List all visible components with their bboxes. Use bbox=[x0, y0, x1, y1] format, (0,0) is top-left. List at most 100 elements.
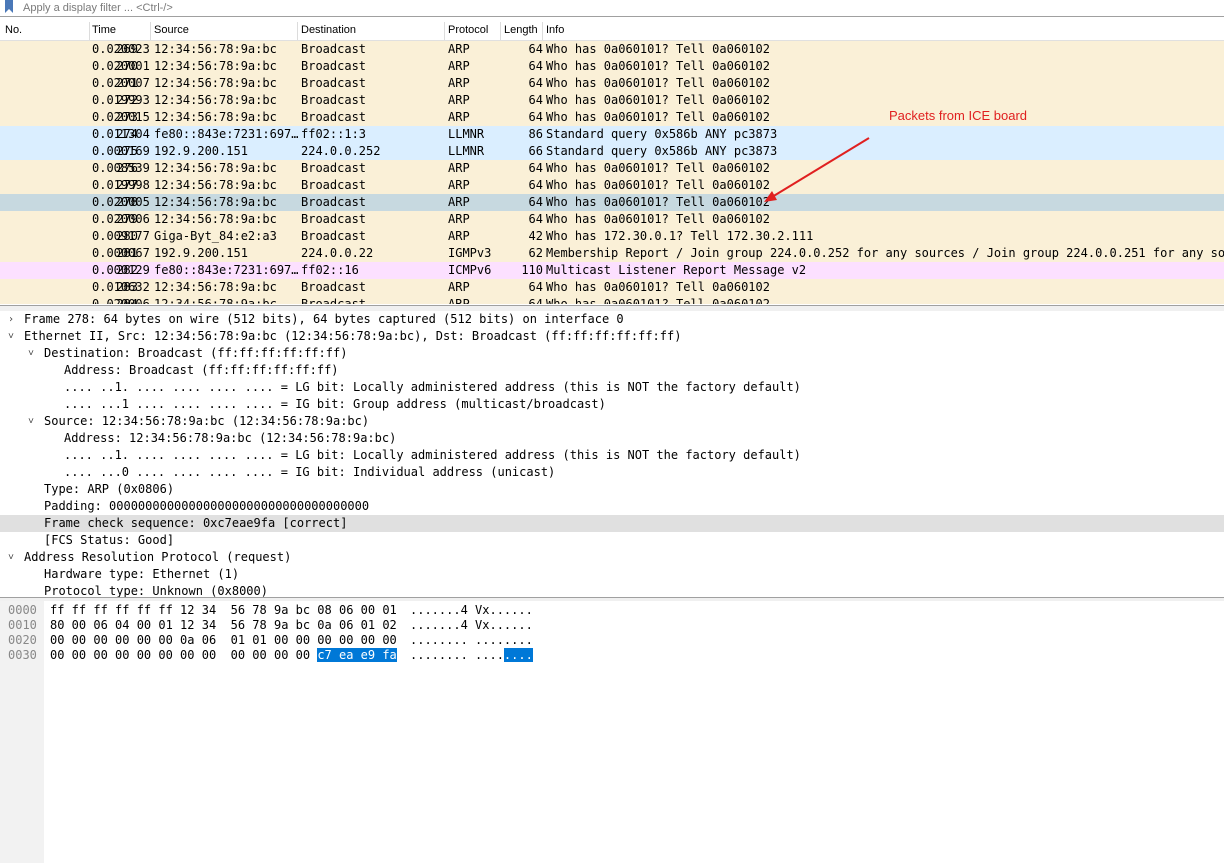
packet-destination: 224.0.0.22 bbox=[301, 246, 374, 260]
column-header-source[interactable]: Source bbox=[154, 24, 189, 36]
packet-source: fe80::843e:7231:697… bbox=[154, 263, 299, 277]
packet-protocol: ARP bbox=[448, 110, 470, 124]
packet-row[interactable]: 273 0.020015 12:34:56:78:9a:bc Broadcast ARP… bbox=[0, 109, 1224, 126]
detail-tree-item[interactable]: Padding: 0000000000000000000000000000000… bbox=[0, 498, 1224, 515]
packet-protocol: ARP bbox=[448, 76, 470, 90]
packet-time: 0.000129 bbox=[92, 263, 150, 277]
packet-source: 12:34:56:78:9a:bc bbox=[154, 195, 277, 209]
detail-tree-item[interactable]: Address: Broadcast (ff:ff:ff:ff:ff:ff) bbox=[0, 362, 1224, 379]
packet-row[interactable]: 271 0.020007 12:34:56:78:9a:bc Broadcast ARP… bbox=[0, 75, 1224, 92]
column-header-no[interactable]: No. bbox=[5, 24, 22, 36]
packet-length: 64 bbox=[528, 161, 543, 175]
packet-length: 42 bbox=[528, 229, 543, 243]
detail-tree-item[interactable]: Frame check sequence: 0xc7eae9fa [correc… bbox=[0, 515, 1224, 532]
column-header-time[interactable]: Time bbox=[92, 24, 116, 36]
hex-bytes: 00 00 00 00 00 00 00 00 00 00 00 00 c7 e… bbox=[50, 648, 397, 663]
hex-bytes: ff ff ff ff ff ff 12 34 56 78 9a bc 08 0… bbox=[50, 603, 397, 618]
column-separator[interactable] bbox=[150, 22, 151, 40]
chevron-down-icon[interactable]: ˅ bbox=[5, 549, 17, 566]
packet-source: 12:34:56:78:9a:bc bbox=[154, 280, 277, 294]
packet-info: Standard query 0x586b ANY pc3873 bbox=[546, 144, 778, 158]
packet-time: 0.009177 bbox=[92, 229, 150, 243]
packet-row[interactable]: 280 0.009177 Giga-Byt_84:e2:a3 Broadcast ARP… bbox=[0, 228, 1224, 245]
packet-destination: ff02::1:3 bbox=[301, 127, 367, 141]
packet-info: Who has 0a060101? Tell 0a060102 bbox=[546, 76, 770, 90]
packet-info: Membership Report / Join group 224.0.0.2… bbox=[546, 246, 1224, 260]
detail-tree-item[interactable]: ˅ Address Resolution Protocol (request) bbox=[0, 549, 1224, 566]
column-header-length[interactable]: Length bbox=[504, 24, 538, 36]
chevron-down-icon[interactable]: ˅ bbox=[25, 413, 37, 430]
packet-info: Multicast Listener Report Message v2 bbox=[546, 263, 807, 277]
packet-row[interactable]: 279 0.020006 12:34:56:78:9a:bc Broadcast ARP… bbox=[0, 211, 1224, 228]
packet-length: 62 bbox=[528, 246, 543, 260]
packet-length: 64 bbox=[528, 212, 543, 226]
detail-tree-item[interactable]: ˅ Source: 12:34:56:78:9a:bc (12:34:56:78:… bbox=[0, 413, 1224, 430]
packet-row[interactable]: 272 0.019993 12:34:56:78:9a:bc Broadcast ARP… bbox=[0, 92, 1224, 109]
detail-tree-item[interactable]: Hardware type: Ethernet (1) bbox=[0, 566, 1224, 583]
chevron-right-icon[interactable]: › bbox=[5, 311, 17, 328]
detail-text: Address: 12:34:56:78:9a:bc (12:34:56:78:… bbox=[64, 431, 397, 445]
packet-time: 0.019998 bbox=[92, 178, 150, 192]
column-header-info[interactable]: Info bbox=[546, 24, 564, 36]
packet-destination: Broadcast bbox=[301, 297, 367, 304]
display-filter-input[interactable] bbox=[20, 0, 1224, 15]
column-separator[interactable] bbox=[542, 22, 543, 40]
column-separator[interactable] bbox=[297, 22, 298, 40]
detail-tree-item[interactable]: › Frame 278: 64 bytes on wire (512 bits),… bbox=[0, 311, 1224, 328]
column-separator[interactable] bbox=[444, 22, 445, 40]
packet-row[interactable]: 283 0.010632 12:34:56:78:9a:bc Broadcast ARP… bbox=[0, 279, 1224, 296]
detail-tree-item[interactable]: .... ...0 .... .... .... .... = IG bit: … bbox=[0, 464, 1224, 481]
packet-row[interactable]: 277 0.019998 12:34:56:78:9a:bc Broadcast ARP… bbox=[0, 177, 1224, 194]
packet-row[interactable]: 274 0.011304 fe80::843e:7231:697… ff02::1:3… bbox=[0, 126, 1224, 143]
packet-destination: Broadcast bbox=[301, 229, 367, 243]
detail-text: Frame 278: 64 bytes on wire (512 bits), … bbox=[24, 312, 624, 326]
column-separator[interactable] bbox=[500, 22, 501, 40]
detail-tree-item[interactable]: .... ..1. .... .... .... .... = LG bit: … bbox=[0, 379, 1224, 396]
packet-length: 64 bbox=[528, 195, 543, 209]
annotation-label: Packets from ICE board bbox=[889, 108, 1027, 123]
packet-row[interactable]: 278 0.020005 12:34:56:78:9a:bc Broadcast ARP… bbox=[0, 194, 1224, 211]
detail-tree-item[interactable]: Address: 12:34:56:78:9a:bc (12:34:56:78:… bbox=[0, 430, 1224, 447]
packet-source: 12:34:56:78:9a:bc bbox=[154, 212, 277, 226]
detail-tree-item[interactable]: ˅ Ethernet II, Src: 12:34:56:78:9a:bc (12… bbox=[0, 328, 1224, 345]
packet-list-header: No. Time Source Destination Protocol Len… bbox=[0, 22, 1224, 41]
packet-time: 0.019993 bbox=[92, 93, 150, 107]
packet-time: 0.000067 bbox=[92, 246, 150, 260]
column-header-destination[interactable]: Destination bbox=[301, 24, 356, 36]
column-separator[interactable] bbox=[89, 22, 90, 40]
detail-tree-item[interactable]: Type: ARP (0x0806) bbox=[0, 481, 1224, 498]
packet-row[interactable]: 270 0.020001 12:34:56:78:9a:bc Broadcast ARP… bbox=[0, 58, 1224, 75]
chevron-down-icon[interactable]: ˅ bbox=[5, 328, 17, 345]
detail-tree-item[interactable]: [FCS Status: Good] bbox=[0, 532, 1224, 549]
detail-tree-item[interactable]: ˅ Destination: Broadcast (ff:ff:ff:ff:ff:… bbox=[0, 345, 1224, 362]
packet-info: Who has 0a060101? Tell 0a060102 bbox=[546, 212, 770, 226]
packet-details-tree: › Frame 278: 64 bytes on wire (512 bits),… bbox=[0, 311, 1224, 597]
packet-length: 64 bbox=[528, 76, 543, 90]
packet-row[interactable]: 275 0.000169 192.9.200.151 224.0.0.252 LLMNR… bbox=[0, 143, 1224, 160]
chevron-down-icon[interactable]: ˅ bbox=[25, 345, 37, 362]
packet-row[interactable]: 276 0.008539 12:34:56:78:9a:bc Broadcast ARP… bbox=[0, 160, 1224, 177]
packet-row[interactable]: 269 0.020023 12:34:56:78:9a:bc Broadcast ARP… bbox=[0, 41, 1224, 58]
packet-row[interactable]: 281 0.000067 192.9.200.151 224.0.0.22 IGMPv3… bbox=[0, 245, 1224, 262]
packet-time: 0.011304 bbox=[92, 127, 150, 141]
detail-text: Protocol type: Unknown (0x8000) bbox=[44, 584, 268, 597]
packet-length: 86 bbox=[528, 127, 543, 141]
detail-tree-item[interactable]: .... ..1. .... .... .... .... = LG bit: … bbox=[0, 447, 1224, 464]
detail-text: Address: Broadcast (ff:ff:ff:ff:ff:ff) bbox=[64, 363, 339, 377]
detail-text: .... ...1 .... .... .... .... = IG bit: … bbox=[64, 397, 606, 411]
detail-tree-item[interactable]: Protocol type: Unknown (0x8000) bbox=[0, 583, 1224, 597]
detail-text: Source: 12:34:56:78:9a:bc (12:34:56:78:9… bbox=[44, 414, 370, 428]
packet-protocol: IGMPv3 bbox=[448, 246, 492, 260]
packet-info: Who has 0a060101? Tell 0a060102 bbox=[546, 280, 770, 294]
bookmark-icon[interactable] bbox=[4, 0, 14, 14]
byte-offset: 0010 bbox=[8, 618, 37, 632]
packet-source: 12:34:56:78:9a:bc bbox=[154, 297, 277, 304]
detail-text: [FCS Status: Good] bbox=[44, 533, 175, 547]
column-header-protocol[interactable]: Protocol bbox=[448, 24, 488, 36]
packet-row[interactable]: 284 0.020006 12:34:56:78:9a:bc Broadcast ARP… bbox=[0, 296, 1224, 304]
packet-list: No. Time Source Destination Protocol Len… bbox=[0, 22, 1224, 304]
packet-row[interactable]: 282 0.000129 fe80::843e:7231:697… ff02::16 I… bbox=[0, 262, 1224, 279]
detail-text: Frame check sequence: 0xc7eae9fa [correc… bbox=[44, 516, 348, 530]
packet-source: fe80::843e:7231:697… bbox=[154, 127, 299, 141]
detail-tree-item[interactable]: .... ...1 .... .... .... .... = IG bit: … bbox=[0, 396, 1224, 413]
